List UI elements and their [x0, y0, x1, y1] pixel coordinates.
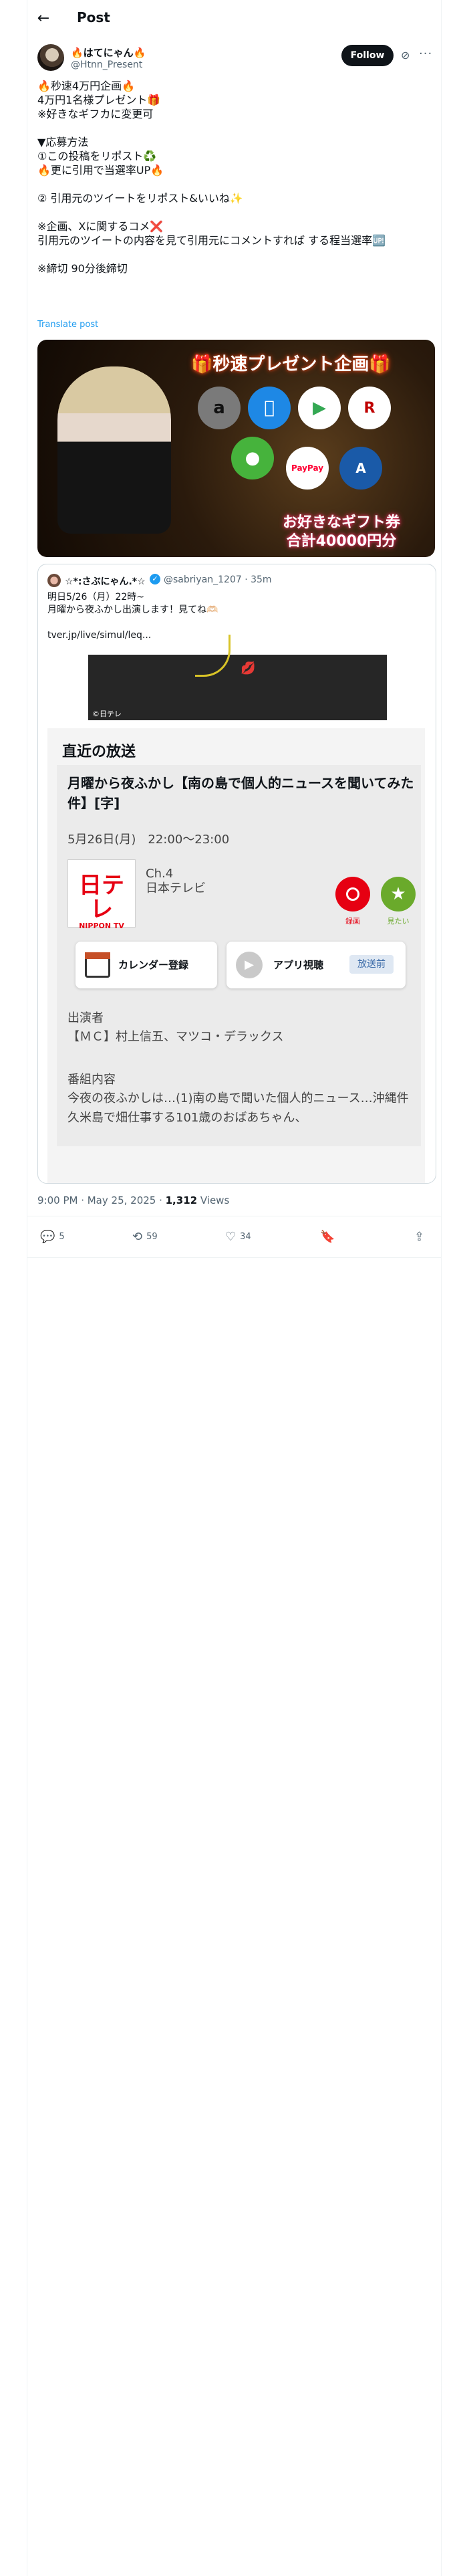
- post-timestamp: 9:00 PM · May 25, 2025 · 1,312 Views: [37, 1194, 229, 1206]
- app-store-card-icon: A: [339, 447, 382, 490]
- banner-amount-line: 合計40000円分: [286, 533, 397, 550]
- bookmark-button[interactable]: 🔖: [320, 1230, 335, 1244]
- post-image[interactable]: 🎁秒速プレゼント企画🎁 a  ▶ R ● PayPay A お好きなギフト券 …: [37, 340, 435, 557]
- quoted-text: 明日5/26（月）22時~ 月曜から夜ふかし出演します！見てね🫶🏻 tver.j…: [47, 592, 218, 641]
- app-watch-label: アプリ視聴: [273, 959, 324, 971]
- star-icon[interactable]: ★: [381, 877, 416, 911]
- follow-button[interactable]: Follow: [341, 45, 394, 66]
- reply-count: 5: [59, 1232, 65, 1242]
- share-button[interactable]: ⇪: [414, 1230, 424, 1244]
- like-count: 34: [240, 1232, 251, 1242]
- favorite-label: 見たい: [387, 917, 410, 926]
- tver-embed-card: 直近の放送 月曜から夜ふかし【南の島で個人的ニュースを聞いてみた件】[字] 5月…: [47, 728, 425, 1183]
- views-label: Views: [197, 1194, 230, 1206]
- translate-link[interactable]: Translate post: [37, 320, 98, 330]
- post-time[interactable]: 9:00 PM · May 25, 2025 ·: [37, 1194, 166, 1206]
- logo-sub-text: NIPPON TV: [79, 922, 124, 930]
- paypay-icon: PayPay: [286, 447, 329, 490]
- bookmark-icon: 🔖: [320, 1230, 335, 1244]
- quoted-handle-time: @sabriyan_1207 · 35m: [164, 574, 272, 585]
- ntv-logo: 日テレ NIPPON TV: [67, 859, 136, 930]
- banner-gift-line: お好きなギフト券: [282, 514, 400, 531]
- channel-info: Ch.4 日本テレビ: [146, 867, 206, 896]
- quoted-video[interactable]: 💋 ©日テレ: [88, 635, 387, 720]
- share-icon: ⇪: [414, 1230, 425, 1244]
- like-button[interactable]: ♡ 34: [225, 1230, 251, 1244]
- cast-heading: 出演者: [67, 1011, 104, 1025]
- lips-icon: 💋: [241, 661, 256, 675]
- line-icon: ●: [231, 437, 274, 479]
- broadcast-date: 5月26日(月) 22:00〜23:00: [67, 833, 230, 847]
- google-play-icon: ▶: [298, 387, 341, 429]
- post-text: 🔥秒速4万円企画🔥 4万円1名様プレゼント🎁 ※好きなギフカに変更可 ▼応募方法…: [37, 80, 386, 275]
- program-heading: 番組内容: [67, 1073, 116, 1087]
- video-credit: ©日テレ: [92, 710, 122, 718]
- apple-icon: : [248, 387, 291, 429]
- play-icon: ▶: [236, 952, 263, 978]
- author-display-name[interactable]: 🔥はてにゃん🔥: [71, 45, 146, 60]
- prebroadcast-badge: 放送前: [349, 955, 394, 974]
- calendar-icon: [85, 952, 110, 978]
- channel-number: Ch.4: [146, 867, 174, 881]
- author-avatar[interactable]: [37, 44, 64, 71]
- quoted-display-name[interactable]: ☆*:さぶにゃん.*☆: [65, 574, 146, 588]
- page-title: Post: [77, 9, 110, 25]
- logo-main-text: 日テレ: [79, 872, 124, 923]
- record-label: 録画: [345, 917, 360, 926]
- video-graphic: [195, 635, 231, 677]
- more-options-icon[interactable]: ···: [419, 47, 432, 61]
- calendar-register-button[interactable]: カレンダー登録: [76, 942, 217, 988]
- program-description: 今夜の夜ふかしは…(1)南の島で聞いた個人的ニュース…沖縄件久米島で畑仕事する1…: [67, 1091, 409, 1125]
- rakuten-icon: R: [348, 387, 391, 429]
- quoted-avatar[interactable]: [47, 574, 61, 587]
- left-rail: [0, 0, 27, 2576]
- grok-icon[interactable]: ⊘: [401, 49, 410, 62]
- program-title[interactable]: 月曜から夜ふかし【南の島で個人的ニュースを聞いてみた件】[字]: [67, 773, 415, 813]
- banner-title: 🎁秒速プレゼント企画🎁: [191, 354, 391, 374]
- repost-button[interactable]: ⟲ 59: [132, 1230, 158, 1244]
- embed-heading: 直近の放送: [62, 744, 136, 760]
- record-icon[interactable]: [335, 877, 370, 911]
- cast-list: 【ＭＣ】村上信五、マツコ・デラックス: [67, 1030, 284, 1044]
- station-name: 日本テレビ: [146, 881, 206, 895]
- banner-bottom-text: お好きなギフト券 合計40000円分: [258, 514, 425, 551]
- person-photo: [57, 366, 171, 534]
- broadcast-card[interactable]: 月曜から夜ふかし【南の島で個人的ニュースを聞いてみた件】[字] 5月26日(月)…: [57, 765, 421, 1146]
- verified-badge-icon: ✓: [150, 574, 160, 584]
- back-arrow-icon[interactable]: ←: [34, 9, 53, 28]
- post-header: ← Post: [27, 0, 441, 37]
- views-count: 1,312: [165, 1194, 198, 1206]
- author-handle[interactable]: @Htnn_Present: [71, 60, 142, 70]
- app-watch-button[interactable]: ▶ アプリ視聴 放送前: [227, 942, 406, 988]
- reply-button[interactable]: 💬 5: [40, 1230, 65, 1244]
- heart-icon: ♡: [225, 1230, 237, 1244]
- repost-icon: ⟲: [132, 1230, 143, 1244]
- reply-icon: 💬: [40, 1230, 55, 1244]
- amazon-icon: a: [198, 387, 241, 429]
- quoted-post[interactable]: ☆*:さぶにゃん.*☆ ✓ @sabriyan_1207 · 35m 明日5/2…: [37, 564, 436, 1184]
- divider: [27, 1257, 441, 1258]
- repost-count: 59: [146, 1232, 158, 1242]
- calendar-label: カレンダー登録: [118, 959, 189, 971]
- right-rail: [441, 0, 451, 2576]
